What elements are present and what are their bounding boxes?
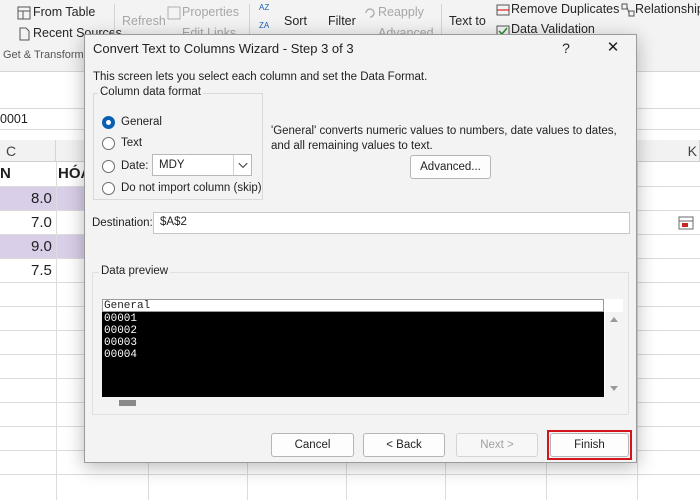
preview-row: 00002: [104, 325, 138, 337]
radio-unselected-icon: [102, 137, 115, 150]
column-header-k[interactable]: K: [637, 140, 700, 162]
close-button[interactable]: ✕: [601, 38, 625, 58]
refresh-button[interactable]: Refresh: [122, 14, 166, 28]
preview-column-header[interactable]: General: [102, 299, 604, 312]
radio-unselected-icon: [102, 182, 115, 195]
reapply-button[interactable]: Reapply: [378, 5, 424, 19]
cell-value[interactable]: 9.0: [31, 238, 52, 255]
column-header-c[interactable]: C: [0, 140, 56, 162]
relationships-button[interactable]: Relationship: [635, 2, 700, 16]
cell-value[interactable]: 7.0: [31, 214, 52, 231]
radio-general-label: General: [121, 116, 162, 128]
remove-duplicates-icon: [496, 4, 510, 16]
format-explanation: 'General' converts numeric values to num…: [271, 125, 617, 152]
scroll-up-icon[interactable]: [609, 315, 619, 323]
convert-text-to-columns-dialog: Convert Text to Columns Wizard - Step 3 …: [84, 34, 694, 463]
svg-text:ZA: ZA: [259, 21, 270, 30]
column-header-k-label: K: [687, 143, 697, 159]
radio-text-label: Text: [121, 137, 143, 149]
preview-row: 00004: [104, 349, 138, 361]
radio-unselected-icon: [102, 160, 115, 173]
preview-horizontal-scrollbar[interactable]: [102, 397, 623, 409]
dialog-title: Convert Text to Columns Wizard - Step 3 …: [93, 41, 354, 56]
text-to-columns-button[interactable]: Text to: [449, 14, 486, 28]
scroll-thumb[interactable]: [119, 400, 136, 406]
table-icon: [17, 6, 31, 20]
help-button[interactable]: ?: [555, 38, 577, 58]
cell-value[interactable]: 7.5: [31, 262, 52, 279]
dialog-description: This screen lets you select each column …: [93, 71, 428, 83]
cell-fill: [56, 234, 86, 258]
scroll-down-icon[interactable]: [609, 385, 619, 393]
date-format-select[interactable]: MDY: [152, 154, 252, 176]
reapply-icon: [365, 8, 375, 18]
remove-duplicates-button[interactable]: Remove Duplicates: [511, 2, 619, 16]
cell-header-n[interactable]: N: [0, 165, 11, 182]
preview-row: 00001: [104, 313, 138, 325]
radio-skip-label: Do not import column (skip): [121, 182, 262, 194]
column-header-c-label: C: [6, 143, 17, 159]
properties-icon: [167, 6, 181, 20]
sort-za-icon: ZA: [259, 21, 270, 30]
data-preview-box[interactable]: General 00001 00002 00003 00004: [102, 299, 623, 409]
data-preview-group: Data preview General 00001 00002 00003 0…: [92, 265, 629, 415]
edit-links-button[interactable]: Edit Links: [182, 26, 236, 34]
cell-fill: [56, 186, 86, 210]
preview-vertical-scrollbar[interactable]: [605, 312, 623, 397]
date-format-value: MDY: [159, 159, 185, 171]
column-data-format-legend: Column data format: [98, 86, 203, 98]
cell-value[interactable]: 8.0: [31, 190, 52, 207]
range-selector-icon[interactable]: [678, 215, 694, 231]
from-table-button[interactable]: From Table: [33, 5, 95, 19]
next-button[interactable]: Next >: [456, 433, 538, 457]
sort-button[interactable]: Sort: [284, 14, 307, 28]
advanced-filter-button[interactable]: Advanced: [378, 26, 434, 34]
chevron-down-icon: [233, 155, 248, 175]
relationships-icon: [621, 3, 635, 17]
filter-button[interactable]: Filter: [328, 14, 356, 28]
cancel-button[interactable]: Cancel: [271, 433, 354, 457]
sort-az-icon: AZ: [259, 3, 269, 12]
svg-text:AZ: AZ: [259, 3, 269, 12]
destination-value: $A$2: [160, 216, 187, 228]
destination-input[interactable]: $A$2: [153, 212, 694, 234]
document-icon: [19, 27, 30, 41]
data-preview-legend: Data preview: [99, 265, 171, 277]
advanced-button[interactable]: Advanced...: [410, 155, 491, 179]
destination-label: Destination:: [92, 217, 153, 229]
get-transform-group-label: Get & Transform: [3, 49, 84, 61]
preview-row: 00003: [104, 337, 138, 349]
radio-date-label: Date:: [121, 160, 149, 172]
name-box[interactable]: 0001: [0, 112, 28, 126]
preview-data-area[interactable]: 00001 00002 00003 00004: [102, 312, 604, 397]
properties-button[interactable]: Properties: [182, 5, 239, 19]
back-button[interactable]: < Back: [363, 433, 445, 457]
dialog-titlebar[interactable]: Convert Text to Columns Wizard - Step 3 …: [85, 35, 636, 63]
finish-highlight-box: [547, 430, 632, 460]
radio-selected-icon: [102, 116, 115, 129]
